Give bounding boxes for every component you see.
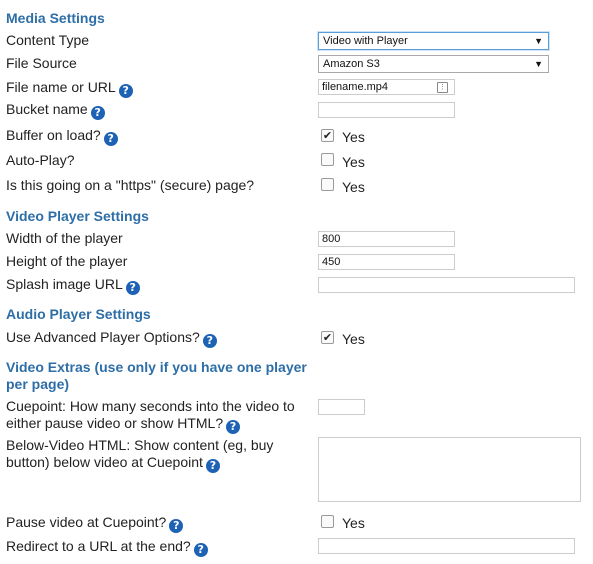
help-icon[interactable]: ?	[202, 334, 217, 348]
help-icon[interactable]: ?	[169, 519, 184, 533]
player-height-label: Height of the player	[6, 253, 128, 269]
chevron-down-icon: ▼	[534, 59, 543, 69]
help-icon[interactable]: ?	[205, 459, 220, 473]
below-video-html-label-text: Below-Video HTML: Show content (eg, buy …	[6, 437, 274, 470]
buffer-on-load-label-text: Buffer on load?	[6, 127, 101, 143]
advanced-options-option: Yes	[342, 331, 365, 347]
auto-play-label: Auto-Play?	[6, 152, 75, 168]
advanced-options-label: Use Advanced Player Options??	[6, 329, 217, 348]
buffer-on-load-option: Yes	[342, 129, 365, 145]
file-source-value: Amazon S3	[323, 58, 380, 70]
help-icon[interactable]: ?	[125, 281, 140, 295]
advanced-options-label-text: Use Advanced Player Options?	[6, 329, 200, 345]
content-type-label: Content Type	[6, 32, 90, 48]
video-extras-heading: Video Extras (use only if you have one p…	[6, 359, 307, 392]
bucket-name-input[interactable]	[318, 102, 455, 118]
splash-image-label: Splash image URL?	[6, 276, 140, 295]
file-source-label: File Source	[6, 55, 77, 71]
player-width-label: Width of the player	[6, 230, 123, 246]
redirect-input[interactable]	[318, 538, 575, 554]
help-icon[interactable]: ?	[118, 84, 133, 98]
key-icon: ⋮	[437, 82, 448, 93]
splash-image-input[interactable]	[318, 277, 575, 293]
auto-play-checkbox[interactable]	[321, 153, 334, 166]
https-page-label: Is this going on a "https" (secure) page…	[6, 177, 255, 193]
below-video-html-textarea[interactable]	[318, 437, 581, 502]
https-page-option: Yes	[342, 179, 365, 195]
below-video-html-label: Below-Video HTML: Show content (eg, buy …	[6, 437, 291, 473]
pause-cuepoint-option: Yes	[342, 515, 365, 531]
cuepoint-label-text: Cuepoint: How many seconds into the vide…	[6, 398, 295, 431]
file-source-select[interactable]: Amazon S3 ▼	[318, 55, 549, 73]
bucket-name-label: Bucket name?	[6, 101, 105, 120]
redirect-label-text: Redirect to a URL at the end?	[6, 538, 191, 554]
bucket-name-label-text: Bucket name	[6, 101, 88, 117]
content-type-select[interactable]: Video with Player ▼	[318, 32, 549, 50]
pause-cuepoint-label: Pause video at Cuepoint??	[6, 514, 184, 533]
player-height-input[interactable]: 450	[318, 254, 455, 270]
redirect-label: Redirect to a URL at the end??	[6, 538, 208, 557]
help-icon[interactable]: ?	[193, 543, 208, 557]
audio-player-settings-heading: Audio Player Settings	[6, 306, 151, 322]
file-name-input[interactable]: filename.mp4 ⋮	[318, 79, 455, 95]
pause-cuepoint-label-text: Pause video at Cuepoint?	[6, 514, 167, 530]
cuepoint-label: Cuepoint: How many seconds into the vide…	[6, 398, 306, 434]
player-width-input[interactable]: 800	[318, 231, 455, 247]
file-name-label-text: File name or URL	[6, 79, 116, 95]
auto-play-option: Yes	[342, 154, 365, 170]
file-name-label: File name or URL?	[6, 79, 133, 98]
advanced-options-checkbox[interactable]: ✔	[321, 331, 334, 344]
pause-cuepoint-checkbox[interactable]	[321, 515, 334, 528]
help-icon[interactable]: ?	[90, 106, 105, 120]
help-icon[interactable]: ?	[103, 132, 118, 146]
buffer-on-load-label: Buffer on load??	[6, 127, 118, 146]
media-settings-heading: Media Settings	[6, 10, 105, 26]
cuepoint-input[interactable]	[318, 399, 365, 415]
splash-image-label-text: Splash image URL	[6, 276, 123, 292]
https-page-checkbox[interactable]	[321, 178, 334, 191]
video-player-settings-heading: Video Player Settings	[6, 208, 149, 224]
content-type-value: Video with Player	[323, 35, 408, 47]
file-name-value: filename.mp4	[322, 81, 389, 93]
buffer-on-load-checkbox[interactable]: ✔	[321, 129, 334, 142]
help-icon[interactable]: ?	[226, 420, 241, 434]
chevron-down-icon: ▼	[534, 36, 543, 46]
